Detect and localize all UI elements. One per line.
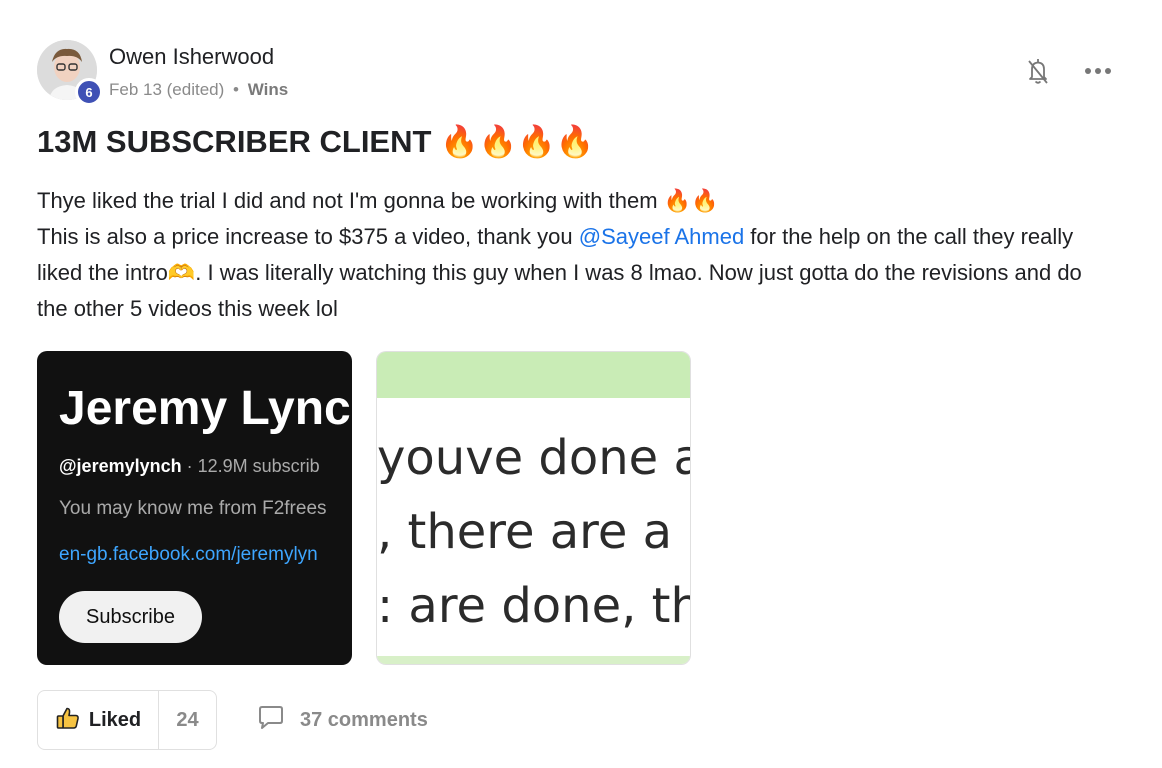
comments-button[interactable]: 37 comments (256, 705, 428, 735)
avatar[interactable]: 6 (37, 40, 103, 106)
channel-handle: @jeremylynch (59, 456, 182, 476)
post-body: Thye liked the trial I did and not I'm g… (37, 183, 1117, 327)
chat-background-strip-bottom (377, 656, 690, 664)
thumbs-up-icon (55, 705, 81, 736)
like-count[interactable]: 24 (159, 691, 216, 749)
like-label: Liked (88, 708, 142, 731)
more-horizontal-icon[interactable] (1081, 58, 1115, 84)
comments-count-label: 37 comments (300, 708, 428, 731)
meta-separator: • (233, 80, 239, 99)
message-line-1: youve done a (377, 430, 691, 486)
comment-bubble-icon (256, 704, 286, 737)
post-header: 6 Owen Isherwood Feb 13 (edited) • Wins (37, 40, 1127, 110)
post-body-line-1: Thye liked the trial I did and not I'm g… (37, 188, 719, 213)
channel-link: en-gb.facebook.com/jeremylyn (59, 544, 318, 565)
channel-subscribers: · 12.9M subscrib (181, 456, 320, 476)
post-meta: Feb 13 (edited) • Wins (109, 80, 288, 100)
post-body-text: This is also a price increase to $375 a … (37, 224, 579, 249)
channel-handle-line: @jeremylynch · 12.9M subscrib (59, 456, 320, 477)
post-date: Feb 13 (edited) (109, 80, 225, 99)
attachment-channel-screenshot[interactable]: Jeremy Lync @jeremylynch · 12.9M subscri… (37, 351, 352, 665)
chat-background-strip (377, 352, 690, 398)
post-category[interactable]: Wins (248, 80, 288, 99)
channel-name: Jeremy Lync (59, 382, 351, 435)
author-name[interactable]: Owen Isherwood (109, 44, 274, 70)
message-line-3: : are done, th (377, 578, 691, 634)
bell-off-icon[interactable] (1021, 54, 1055, 88)
post-title: 13M SUBSCRIBER CLIENT 🔥🔥🔥🔥 (37, 124, 595, 159)
channel-description: You may know me from F2frees (59, 498, 327, 519)
post-body-paragraph: This is also a price increase to $375 a … (37, 219, 1117, 327)
level-badge: 6 (75, 78, 103, 106)
like-control: Liked 24 (37, 690, 217, 750)
mention-link[interactable]: @Sayeef Ahmed (579, 224, 744, 249)
attachment-message-screenshot[interactable]: youve done a , there are a r : are done,… (376, 351, 691, 665)
like-button[interactable]: Liked (38, 691, 159, 749)
subscribe-button: Subscribe (59, 591, 202, 643)
message-line-2: , there are a r (377, 504, 691, 560)
